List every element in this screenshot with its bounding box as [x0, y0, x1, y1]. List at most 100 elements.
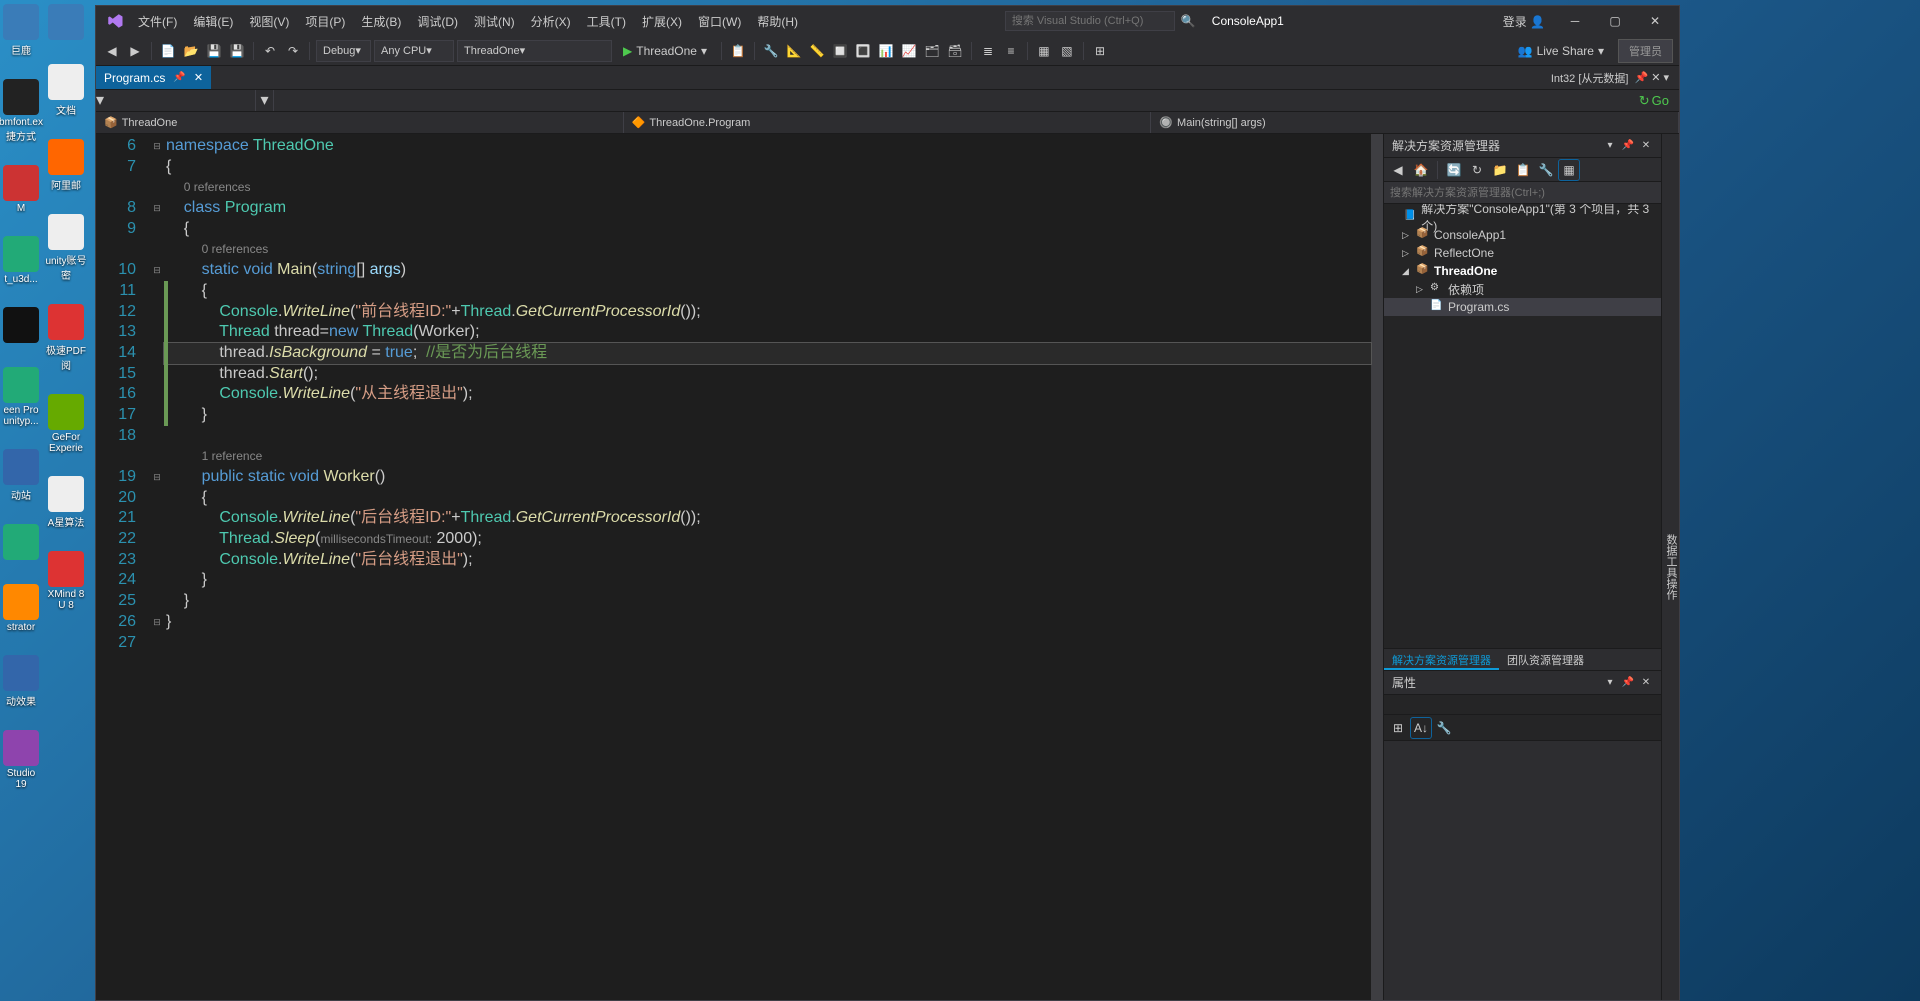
tab-team-explorer[interactable]: 团队资源管理器	[1499, 649, 1592, 670]
menu-item[interactable]: 编辑(E)	[185, 9, 241, 34]
se-sync-icon[interactable]: 🔄	[1444, 160, 1464, 180]
desktop-icon[interactable]: t_u3d...	[0, 236, 42, 285]
tab-program-cs[interactable]: Program.cs 📌 ✕	[96, 66, 211, 89]
solution-tree[interactable]: 📘解决方案"ConsoleApp1"(第 3 个项目，共 3 个) ▷📦Cons…	[1384, 204, 1661, 648]
props-dropdown-icon[interactable]: ▾	[1603, 676, 1617, 690]
desktop-icon[interactable]: een Pro unityp...	[0, 367, 42, 427]
close-button[interactable]: ✕	[1635, 7, 1675, 35]
tb-icon-7[interactable]: 📊	[876, 41, 896, 61]
desktop-icon[interactable]: 阿里邮	[45, 139, 87, 192]
preview-tab[interactable]: Int32 [从元数据] 📌 ✕ ▾	[1541, 66, 1679, 89]
start-debug-button[interactable]: ▶ThreadOne ▾	[615, 42, 715, 60]
breadcrumb-project[interactable]: 📦 ThreadOne	[96, 112, 624, 133]
tb-icon-6[interactable]: 🔳	[853, 41, 873, 61]
nav-drop-2[interactable]: ▾	[256, 90, 274, 111]
tree-node[interactable]: ◢📦ThreadOne	[1384, 262, 1661, 280]
solution-search-input[interactable]	[1384, 182, 1661, 203]
tb-icon-4[interactable]: 📏	[807, 41, 827, 61]
se-back-icon[interactable]: ◀	[1388, 160, 1408, 180]
tb-icon-11[interactable]: ≣	[978, 41, 998, 61]
scrollbar-map[interactable]	[1371, 134, 1383, 1000]
tb-icon-8[interactable]: 📈	[899, 41, 919, 61]
panel-pin-icon[interactable]: 📌	[1621, 139, 1635, 153]
tb-icon-1[interactable]: 📋	[728, 41, 748, 61]
desktop-icon[interactable]: A星算法	[45, 476, 87, 529]
desktop-icon[interactable]	[0, 307, 42, 345]
open-icon[interactable]: 📂	[181, 41, 201, 61]
desktop-icon[interactable]	[45, 4, 87, 42]
maximize-button[interactable]: ▢	[1595, 7, 1635, 35]
back-icon[interactable]: ◀	[102, 41, 122, 61]
menu-item[interactable]: 文件(F)	[130, 9, 185, 34]
tb-icon-5[interactable]: 🔲	[830, 41, 850, 61]
login-link[interactable]: 登录 👤	[1503, 13, 1545, 30]
pin-icon[interactable]: 📌	[173, 72, 185, 83]
redo-icon[interactable]: ↷	[283, 41, 303, 61]
tb-icon-13[interactable]: ▦	[1034, 41, 1054, 61]
search-icon[interactable]: 🔍	[1181, 14, 1196, 28]
props-categorized-icon[interactable]: ⊞	[1388, 718, 1408, 738]
admin-button[interactable]: 管理员	[1618, 39, 1673, 63]
tb-icon-10[interactable]: 🗃	[945, 41, 965, 61]
desktop-icon[interactable]	[0, 524, 42, 562]
platform-dropdown[interactable]: Any CPU ▾	[374, 40, 454, 62]
startup-dropdown[interactable]: ThreadOne ▾	[457, 40, 612, 62]
code-area[interactable]: namespace ThreadOne{ 0 references class …	[164, 134, 1371, 1000]
go-button[interactable]: ↻Go	[1629, 93, 1679, 109]
tb-icon-2[interactable]: 🔧	[761, 41, 781, 61]
desktop-icon[interactable]: XMind 8 U 8	[45, 551, 87, 611]
props-pin-icon[interactable]: 📌	[1621, 676, 1635, 690]
desktop-icon[interactable]: unity账号密	[45, 214, 87, 282]
se-show-all-icon[interactable]: 📋	[1513, 160, 1533, 180]
props-wrench-icon[interactable]: 🔧	[1434, 718, 1454, 738]
desktop-icon[interactable]: 动效果	[0, 655, 42, 708]
tree-node[interactable]: ▷📦ReflectOne	[1384, 244, 1661, 262]
save-all-icon[interactable]: 💾	[227, 41, 247, 61]
tb-icon-3[interactable]: 📐	[784, 41, 804, 61]
code-editor[interactable]: 6789101112131415161718192021222324252627…	[96, 134, 1383, 1000]
fold-column[interactable]: ⊟⊟⊟⊟⊟	[150, 134, 164, 1000]
config-dropdown[interactable]: Debug ▾	[316, 40, 371, 62]
menu-item[interactable]: 工具(T)	[579, 9, 634, 34]
panel-close-icon[interactable]: ✕	[1639, 139, 1653, 153]
se-preview-icon[interactable]: ▦	[1559, 160, 1579, 180]
tb-icon-9[interactable]: 🗂	[922, 41, 942, 61]
undo-icon[interactable]: ↶	[260, 41, 280, 61]
menu-item[interactable]: 调试(D)	[409, 9, 466, 34]
desktop-icon[interactable]: M	[0, 165, 42, 214]
menu-item[interactable]: 扩展(X)	[634, 9, 690, 34]
tb-icon-15[interactable]: ⊞	[1090, 41, 1110, 61]
new-icon[interactable]: 📄	[158, 41, 178, 61]
panel-dropdown-icon[interactable]: ▾	[1603, 139, 1617, 153]
se-collapse-icon[interactable]: 📁	[1490, 160, 1510, 180]
close-tab-icon[interactable]: ✕	[194, 71, 203, 84]
menu-item[interactable]: 帮助(H)	[749, 9, 806, 34]
menu-item[interactable]: 测试(N)	[466, 9, 523, 34]
save-icon[interactable]: 💾	[204, 41, 224, 61]
tb-icon-14[interactable]: ▧	[1057, 41, 1077, 61]
se-properties-icon[interactable]: 🔧	[1536, 160, 1556, 180]
breadcrumb-method[interactable]: 🔘 Main(string[] args)	[1151, 112, 1679, 133]
menu-item[interactable]: 窗口(W)	[690, 9, 749, 34]
menu-item[interactable]: 生成(B)	[353, 9, 409, 34]
desktop-icon[interactable]: 巨鹿	[0, 4, 42, 57]
desktop-icon[interactable]: 文档	[45, 64, 87, 117]
menu-item[interactable]: 视图(V)	[241, 9, 297, 34]
desktop-icon[interactable]: GeFor Experie	[45, 394, 87, 454]
breadcrumb-class[interactable]: 🔶 ThreadOne.Program	[624, 112, 1152, 133]
vs-search-input[interactable]	[1005, 11, 1175, 31]
menu-item[interactable]: 分析(X)	[523, 9, 579, 34]
props-close-icon[interactable]: ✕	[1639, 676, 1653, 690]
props-object-dropdown[interactable]	[1384, 695, 1661, 715]
nav-drop-1[interactable]: ▾	[96, 90, 256, 111]
live-share-button[interactable]: 👥 Live Share ▾	[1510, 42, 1612, 60]
tree-node[interactable]: ▷⚙依赖项	[1384, 280, 1661, 298]
props-alpha-icon[interactable]: A↓	[1411, 718, 1431, 738]
tab-solution-explorer[interactable]: 解决方案资源管理器	[1384, 649, 1499, 670]
desktop-icon[interactable]: 动站	[0, 449, 42, 502]
forward-icon[interactable]: ▶	[125, 41, 145, 61]
solution-node[interactable]: 📘解决方案"ConsoleApp1"(第 3 个项目，共 3 个)	[1384, 208, 1661, 226]
se-refresh-icon[interactable]: ↻	[1467, 160, 1487, 180]
menu-item[interactable]: 项目(P)	[297, 9, 353, 34]
minimize-button[interactable]: ─	[1555, 7, 1595, 35]
